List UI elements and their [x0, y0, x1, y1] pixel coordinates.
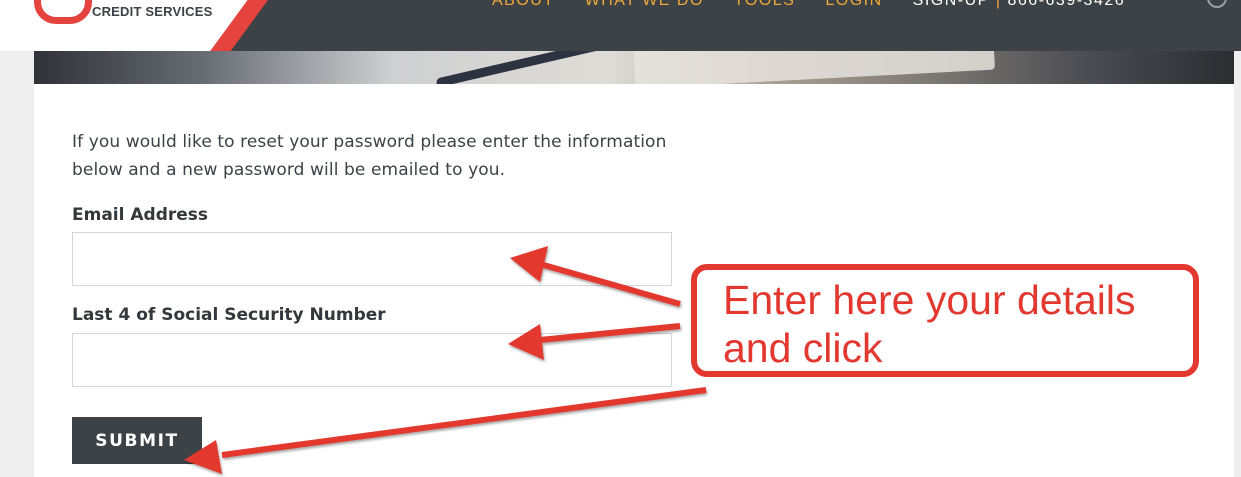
email-label: Email Address — [72, 205, 209, 225]
intro-text: If you would like to reset your password… — [72, 132, 667, 180]
nav-separator: | — [995, 0, 1002, 9]
logo-subtitle: CREDIT SERVICES — [92, 4, 213, 19]
annotation-text: Enter here your details and click — [723, 277, 1136, 371]
ssn-last4-field[interactable] — [72, 333, 672, 387]
email-field[interactable] — [72, 232, 672, 286]
hero-paper-shape — [632, 51, 996, 84]
hero-image — [34, 51, 1234, 84]
nav-signup[interactable]: SIGN-UP — [913, 0, 990, 10]
user-circle-icon[interactable] — [1207, 0, 1227, 8]
hero-pen-shape — [435, 51, 643, 84]
nav-about[interactable]: ABOUT — [492, 0, 555, 10]
nav-login[interactable]: LOGIN — [825, 0, 882, 10]
nav-what-we-do[interactable]: WHAT WE DO — [585, 0, 704, 10]
submit-button[interactable]: SUBMIT — [72, 417, 202, 464]
nav-phone-link[interactable]: 866-639-3426 — [1008, 0, 1126, 10]
annotation-callout: Enter here your details and click — [691, 264, 1199, 377]
main-nav: ABOUT WHAT WE DO TOOLS LOGIN SIGN-UP | 8… — [492, 0, 1125, 10]
ssn-label: Last 4 of Social Security Number — [72, 305, 386, 325]
nav-tools[interactable]: TOOLS — [734, 0, 795, 10]
site-header: CREDIT SERVICES ABOUT WHAT WE DO TOOLS L… — [0, 0, 1241, 51]
